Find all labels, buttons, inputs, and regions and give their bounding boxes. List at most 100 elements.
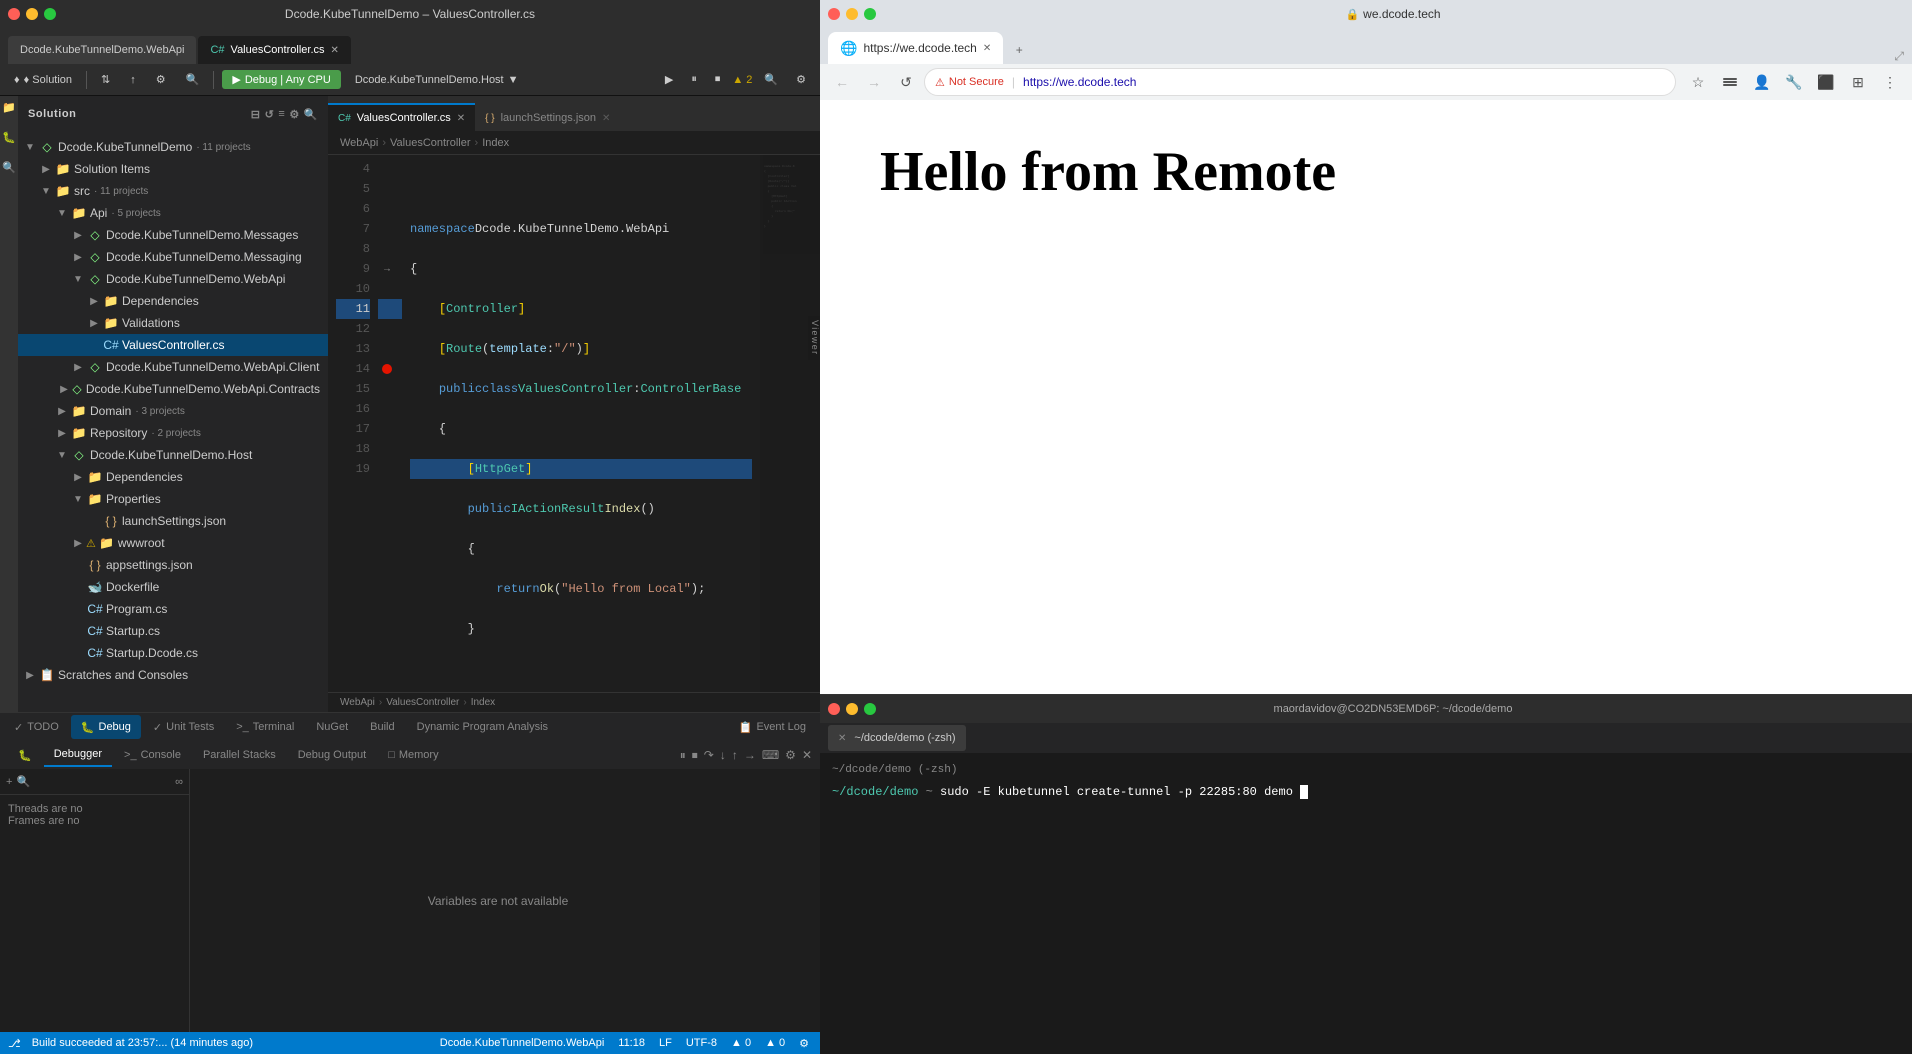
bottom-tab-unit[interactable]: ✓ Unit Tests [143, 715, 224, 739]
nav-more-4[interactable]: ⬛ [1812, 68, 1840, 96]
target-dropdown[interactable]: Dcode.KubeTunnelDemo.Host ▼ [349, 72, 525, 88]
terminal-tab-close[interactable]: ✕ [838, 733, 846, 744]
tree-item-messages[interactable]: ▶ ◇ Dcode.KubeTunnelDemo.Messages [18, 224, 328, 246]
maximize-button[interactable] [44, 8, 56, 20]
tree-item-domain[interactable]: ▶ 📁 Domain · 3 projects [18, 400, 328, 422]
debug-eval[interactable]: ⌨ [762, 748, 779, 763]
editor-tab-launch[interactable]: { } launchSettings.json ✕ [475, 103, 620, 131]
debug-tab-console[interactable]: >_ Console [114, 743, 191, 767]
tree-item-wwwroot[interactable]: ▶ ⚠ 📁 wwwroot [18, 532, 328, 554]
browser-maximize-btn[interactable] [864, 8, 876, 20]
bottom-tab-nuget[interactable]: NuGet [306, 715, 358, 739]
reload-button[interactable]: ↺ [892, 68, 920, 96]
debug-settings[interactable]: ⚙ [785, 748, 796, 763]
tree-item-scratches[interactable]: ▶ 📋 Scratches and Consoles [18, 664, 328, 686]
status-errors[interactable]: ▲ 0 [762, 1037, 788, 1050]
pause-btn[interactable]: ⏸ [685, 71, 703, 88]
debug-step-over[interactable]: ↷ [704, 748, 714, 763]
debug-tab-output[interactable]: Debug Output [288, 743, 377, 767]
browser-expand-icon[interactable]: ⤢ [1894, 49, 1904, 64]
toolbar-btn-2[interactable]: ↑ [124, 72, 142, 88]
nav-more-6[interactable]: ⋮ [1876, 68, 1904, 96]
terminal-content[interactable]: ~/dcode/demo (-zsh) ~/dcode/demo ~ sudo … [820, 753, 1912, 1054]
stop-btn[interactable]: ⏹ [709, 71, 727, 88]
tree-item-launchsettings[interactable]: ▶ { } launchSettings.json [18, 510, 328, 532]
toolbar-btn-1[interactable]: ⇅ [95, 71, 116, 88]
tree-item-host-deps[interactable]: ▶ 📁 Dependencies [18, 466, 328, 488]
minimize-button[interactable] [26, 8, 38, 20]
tree-item-startup[interactable]: ▶ C# Startup.cs [18, 620, 328, 642]
run-btn[interactable]: ▶ [659, 71, 679, 88]
debug-stop-btn[interactable]: ⏹ [692, 748, 698, 763]
tree-item-startup-dcode[interactable]: ▶ C# Startup.Dcode.cs [18, 642, 328, 664]
tab-webapi[interactable]: Dcode.KubeTunnelDemo.WebApi [8, 36, 196, 64]
close-button[interactable] [8, 8, 20, 20]
status-line[interactable]: 11:18 [615, 1037, 648, 1050]
terminal-maximize-btn[interactable] [864, 703, 876, 715]
bottom-tab-dpa[interactable]: Dynamic Program Analysis [407, 715, 558, 739]
search-watch-icon[interactable]: 🔍 [16, 775, 30, 788]
tree-item-api[interactable]: ▼ 📁 Api · 5 projects [18, 202, 328, 224]
code-content[interactable]: namespace Dcode.KubeTunnelDemo.WebApi { … [402, 155, 760, 692]
nav-more-1[interactable] [1716, 68, 1744, 96]
tree-item-repository[interactable]: ▶ 📁 Repository · 2 projects [18, 422, 328, 444]
debug-tab-icon-main[interactable]: 🐛 [8, 743, 42, 767]
browser-minimize-btn[interactable] [846, 8, 858, 20]
tree-item-webapi[interactable]: ▼ ◇ Dcode.KubeTunnelDemo.WebApi [18, 268, 328, 290]
debug-tab-memory[interactable]: □ Memory [378, 743, 448, 767]
back-button[interactable]: ← [828, 68, 856, 96]
debug-close[interactable]: ✕ [802, 748, 812, 763]
debug-tab-parallel[interactable]: Parallel Stacks [193, 743, 286, 767]
debug-pause-btn[interactable]: ⏸ [680, 748, 686, 763]
debug-tab-debugger[interactable]: Debugger [44, 743, 112, 767]
tree-item-solution-items[interactable]: ▶ 📁 Solution Items [18, 158, 328, 180]
forward-button[interactable]: → [860, 68, 888, 96]
tree-item-program[interactable]: ▶ C# Program.cs [18, 598, 328, 620]
nav-more-5[interactable]: ⊞ [1844, 68, 1872, 96]
tree-item-dependencies[interactable]: ▶ 📁 Dependencies [18, 290, 328, 312]
settings-btn[interactable]: ⚙ [790, 71, 812, 88]
debug-step-out[interactable]: ↑ [732, 748, 738, 763]
tab-valuescontroller[interactable]: C# ValuesController.cs ✕ [198, 36, 350, 64]
tree-item-solution[interactable]: ▼ ◇ Dcode.KubeTunnelDemo · 11 projects [18, 136, 328, 158]
browser-close-btn[interactable] [828, 8, 840, 20]
status-build-msg[interactable]: Build succeeded at 23:57:... (14 minutes… [29, 1037, 256, 1049]
toolbar-btn-3[interactable]: ⚙ [150, 71, 172, 88]
address-bar[interactable]: ⚠ Not Secure | https://we.dcode.tech [924, 68, 1676, 96]
tree-item-dockerfile[interactable]: ▶ 🐋 Dockerfile [18, 576, 328, 598]
bookmark-icon[interactable]: ☆ [1684, 68, 1712, 96]
editor-tab-valuescontroller[interactable]: C# ValuesController.cs ✕ [328, 103, 475, 131]
bottom-tab-debug[interactable]: 🐛 Debug [71, 715, 141, 739]
editor-tab-close-icon[interactable]: ✕ [457, 113, 465, 124]
tree-item-validations[interactable]: ▶ 📁 Validations [18, 312, 328, 334]
tree-item-appsettings[interactable]: ▶ { } appsettings.json [18, 554, 328, 576]
status-project[interactable]: Dcode.KubeTunnelDemo.WebApi [437, 1037, 607, 1050]
activity-explorer-icon[interactable]: 📁 [2, 100, 16, 114]
tree-item-contracts[interactable]: ▶ ◇ Dcode.KubeTunnelDemo.WebApi.Contract… [18, 378, 328, 400]
tree-item-properties[interactable]: ▼ 📁 Properties [18, 488, 328, 510]
refresh-icon[interactable]: ↺ [265, 108, 275, 121]
debug-run-button[interactable]: ▶ Debug | Any CPU [222, 70, 340, 89]
status-warnings[interactable]: ▲ 0 [728, 1037, 754, 1050]
infinity-icon[interactable]: ∞ [175, 776, 183, 788]
toolbar-btn-4[interactable]: 🔍 [180, 71, 206, 88]
tree-item-valuescontroller[interactable]: ▶ C# ValuesController.cs [18, 334, 328, 356]
activity-debug-icon[interactable]: 🐛 [2, 130, 16, 144]
status-settings-icon[interactable]: ⚙ [796, 1037, 812, 1050]
terminal-close-btn[interactable] [828, 703, 840, 715]
nav-more-3[interactable]: 🔧 [1780, 68, 1808, 96]
nav-more-2[interactable]: 👤 [1748, 68, 1776, 96]
tree-item-host[interactable]: ▼ ◇ Dcode.KubeTunnelDemo.Host [18, 444, 328, 466]
editor-tab-close-launch-icon[interactable]: ✕ [602, 113, 610, 124]
browser-active-tab[interactable]: 🌐 https://we.dcode.tech ✕ [828, 32, 1003, 64]
bottom-tab-build[interactable]: Build [360, 715, 404, 739]
debug-run-to[interactable]: → [744, 748, 756, 763]
tree-item-client[interactable]: ▶ ◇ Dcode.KubeTunnelDemo.WebApi.Client [18, 356, 328, 378]
terminal-minimize-btn[interactable] [846, 703, 858, 715]
new-tab-button[interactable]: + [1005, 36, 1033, 64]
search-panel-icon[interactable]: 🔍 [304, 108, 318, 121]
tree-item-messaging[interactable]: ▶ ◇ Dcode.KubeTunnelDemo.Messaging [18, 246, 328, 268]
settings-panel-icon[interactable]: ⚙ [289, 108, 299, 121]
solution-button[interactable]: ♦ ♦ Solution [8, 72, 78, 88]
browser-tab-close-icon[interactable]: ✕ [983, 43, 991, 54]
